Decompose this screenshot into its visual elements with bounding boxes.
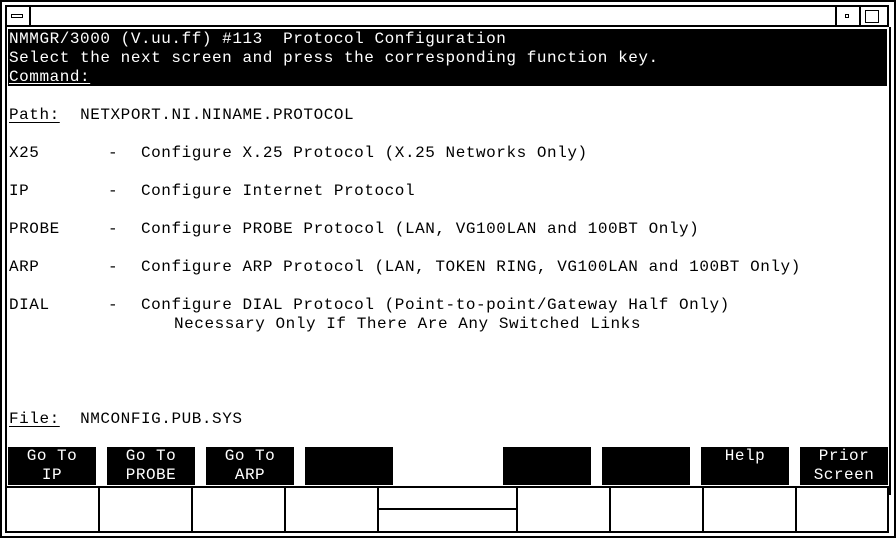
f1-go-to-ip-button[interactable]: Go To IP <box>8 447 96 485</box>
menu-item-dial-note: Necessary Only If There Are Any Switched… <box>174 315 641 333</box>
menu-dash: - <box>108 258 119 276</box>
path-label: Path: <box>9 106 60 124</box>
title-bar[interactable] <box>5 5 889 27</box>
fkey-label-line1: Prior <box>818 447 870 465</box>
system-menu-button[interactable] <box>7 7 31 25</box>
screen-title: NMMGR/3000 (V.uu.ff) #113 Protocol Confi… <box>9 30 507 48</box>
fkey-label-line1: Go To <box>26 447 78 465</box>
menu-key: DIAL <box>9 296 50 314</box>
terminal-screen[interactable]: NMMGR/3000 (V.uu.ff) #113 Protocol Confi… <box>8 29 888 529</box>
soft-key-cell[interactable] <box>98 488 191 531</box>
menu-item-arp[interactable]: ARP - Configure ARP Protocol (LAN, TOKEN R… <box>9 258 801 277</box>
command-label: Command: <box>9 68 91 86</box>
f7-help-button[interactable]: Help <box>701 447 789 485</box>
soft-key-cell[interactable] <box>609 488 702 531</box>
menu-key: PROBE <box>9 220 60 238</box>
menu-key: ARP <box>9 258 40 276</box>
menu-item-probe[interactable]: PROBE - Configure PROBE Protocol (LAN, VG1… <box>9 220 699 239</box>
function-key-bar: Go To IP Go To PROBE Go To ARP Help Prior Sc… <box>8 447 888 485</box>
screen-header: NMMGR/3000 (V.uu.ff) #113 Protocol Confi… <box>8 29 887 86</box>
fkey-label-line1: Go To <box>125 447 177 465</box>
soft-key-cell[interactable] <box>191 488 284 531</box>
soft-key-cell[interactable] <box>795 488 887 531</box>
fkey-label-line2: IP <box>41 466 63 484</box>
soft-key-cell-split[interactable] <box>377 488 516 531</box>
menu-dash: - <box>108 144 119 162</box>
f2-go-to-probe-button[interactable]: Go To PROBE <box>107 447 195 485</box>
minimize-icon <box>845 14 849 18</box>
system-menu-icon <box>11 14 23 18</box>
menu-key: IP <box>9 182 30 200</box>
fkey-label-line2: PROBE <box>125 466 177 484</box>
menu-item-ip[interactable]: IP - Configure Internet Protocol <box>9 182 415 201</box>
file-value: NMCONFIG.PUB.SYS <box>80 410 243 428</box>
fkey-label-line1: Help <box>724 447 766 465</box>
path-row: Path: NETXPORT.NI.NINAME.PROTOCOL <box>9 106 354 125</box>
menu-dash: - <box>108 220 119 238</box>
window-border-left <box>5 27 7 532</box>
command-row: Command: <box>9 68 90 87</box>
menu-item-dial[interactable]: DIAL - Configure DIAL Protocol (Point-to-p… <box>9 296 730 315</box>
file-row: File: NMCONFIG.PUB.SYS <box>9 410 243 429</box>
window-border-right <box>889 27 891 495</box>
cell-divider <box>379 508 516 510</box>
soft-key-cell[interactable] <box>702 488 795 531</box>
menu-dash: - <box>108 182 119 200</box>
menu-dash: - <box>108 296 119 314</box>
minimize-button[interactable] <box>835 7 859 25</box>
menu-description: Configure DIAL Protocol (Point-to-point/… <box>141 296 730 314</box>
f6-blank-button[interactable] <box>602 447 690 485</box>
menu-description: Configure Internet Protocol <box>141 182 416 200</box>
f4-blank-button[interactable] <box>305 447 393 485</box>
soft-key-cell[interactable] <box>516 488 609 531</box>
fkey-label-line1: Go To <box>224 447 276 465</box>
fkey-label-line2: ARP <box>234 466 266 484</box>
menu-key: X25 <box>9 144 40 162</box>
fkey-label-line2: Screen <box>813 466 875 484</box>
file-label: File: <box>9 410 60 428</box>
menu-description: Configure X.25 Protocol (X.25 Networks O… <box>141 144 588 162</box>
screen-instruction: Select the next screen and press the cor… <box>9 49 659 67</box>
menu-description: Configure ARP Protocol (LAN, TOKEN RING,… <box>141 258 801 276</box>
f5-blank-button[interactable] <box>503 447 591 485</box>
path-value: NETXPORT.NI.NINAME.PROTOCOL <box>80 106 355 124</box>
menu-item-x25[interactable]: X25 - Configure X.25 Protocol (X.25 Networ… <box>9 144 588 163</box>
f8-prior-screen-button[interactable]: Prior Screen <box>800 447 888 485</box>
soft-key-grid <box>5 486 889 533</box>
maximize-icon <box>865 10 879 23</box>
maximize-button[interactable] <box>859 7 887 25</box>
f3-go-to-arp-button[interactable]: Go To ARP <box>206 447 294 485</box>
soft-key-cell[interactable] <box>5 488 98 531</box>
menu-description: Configure PROBE Protocol (LAN, VG100LAN … <box>141 220 700 238</box>
soft-key-cell[interactable] <box>284 488 377 531</box>
